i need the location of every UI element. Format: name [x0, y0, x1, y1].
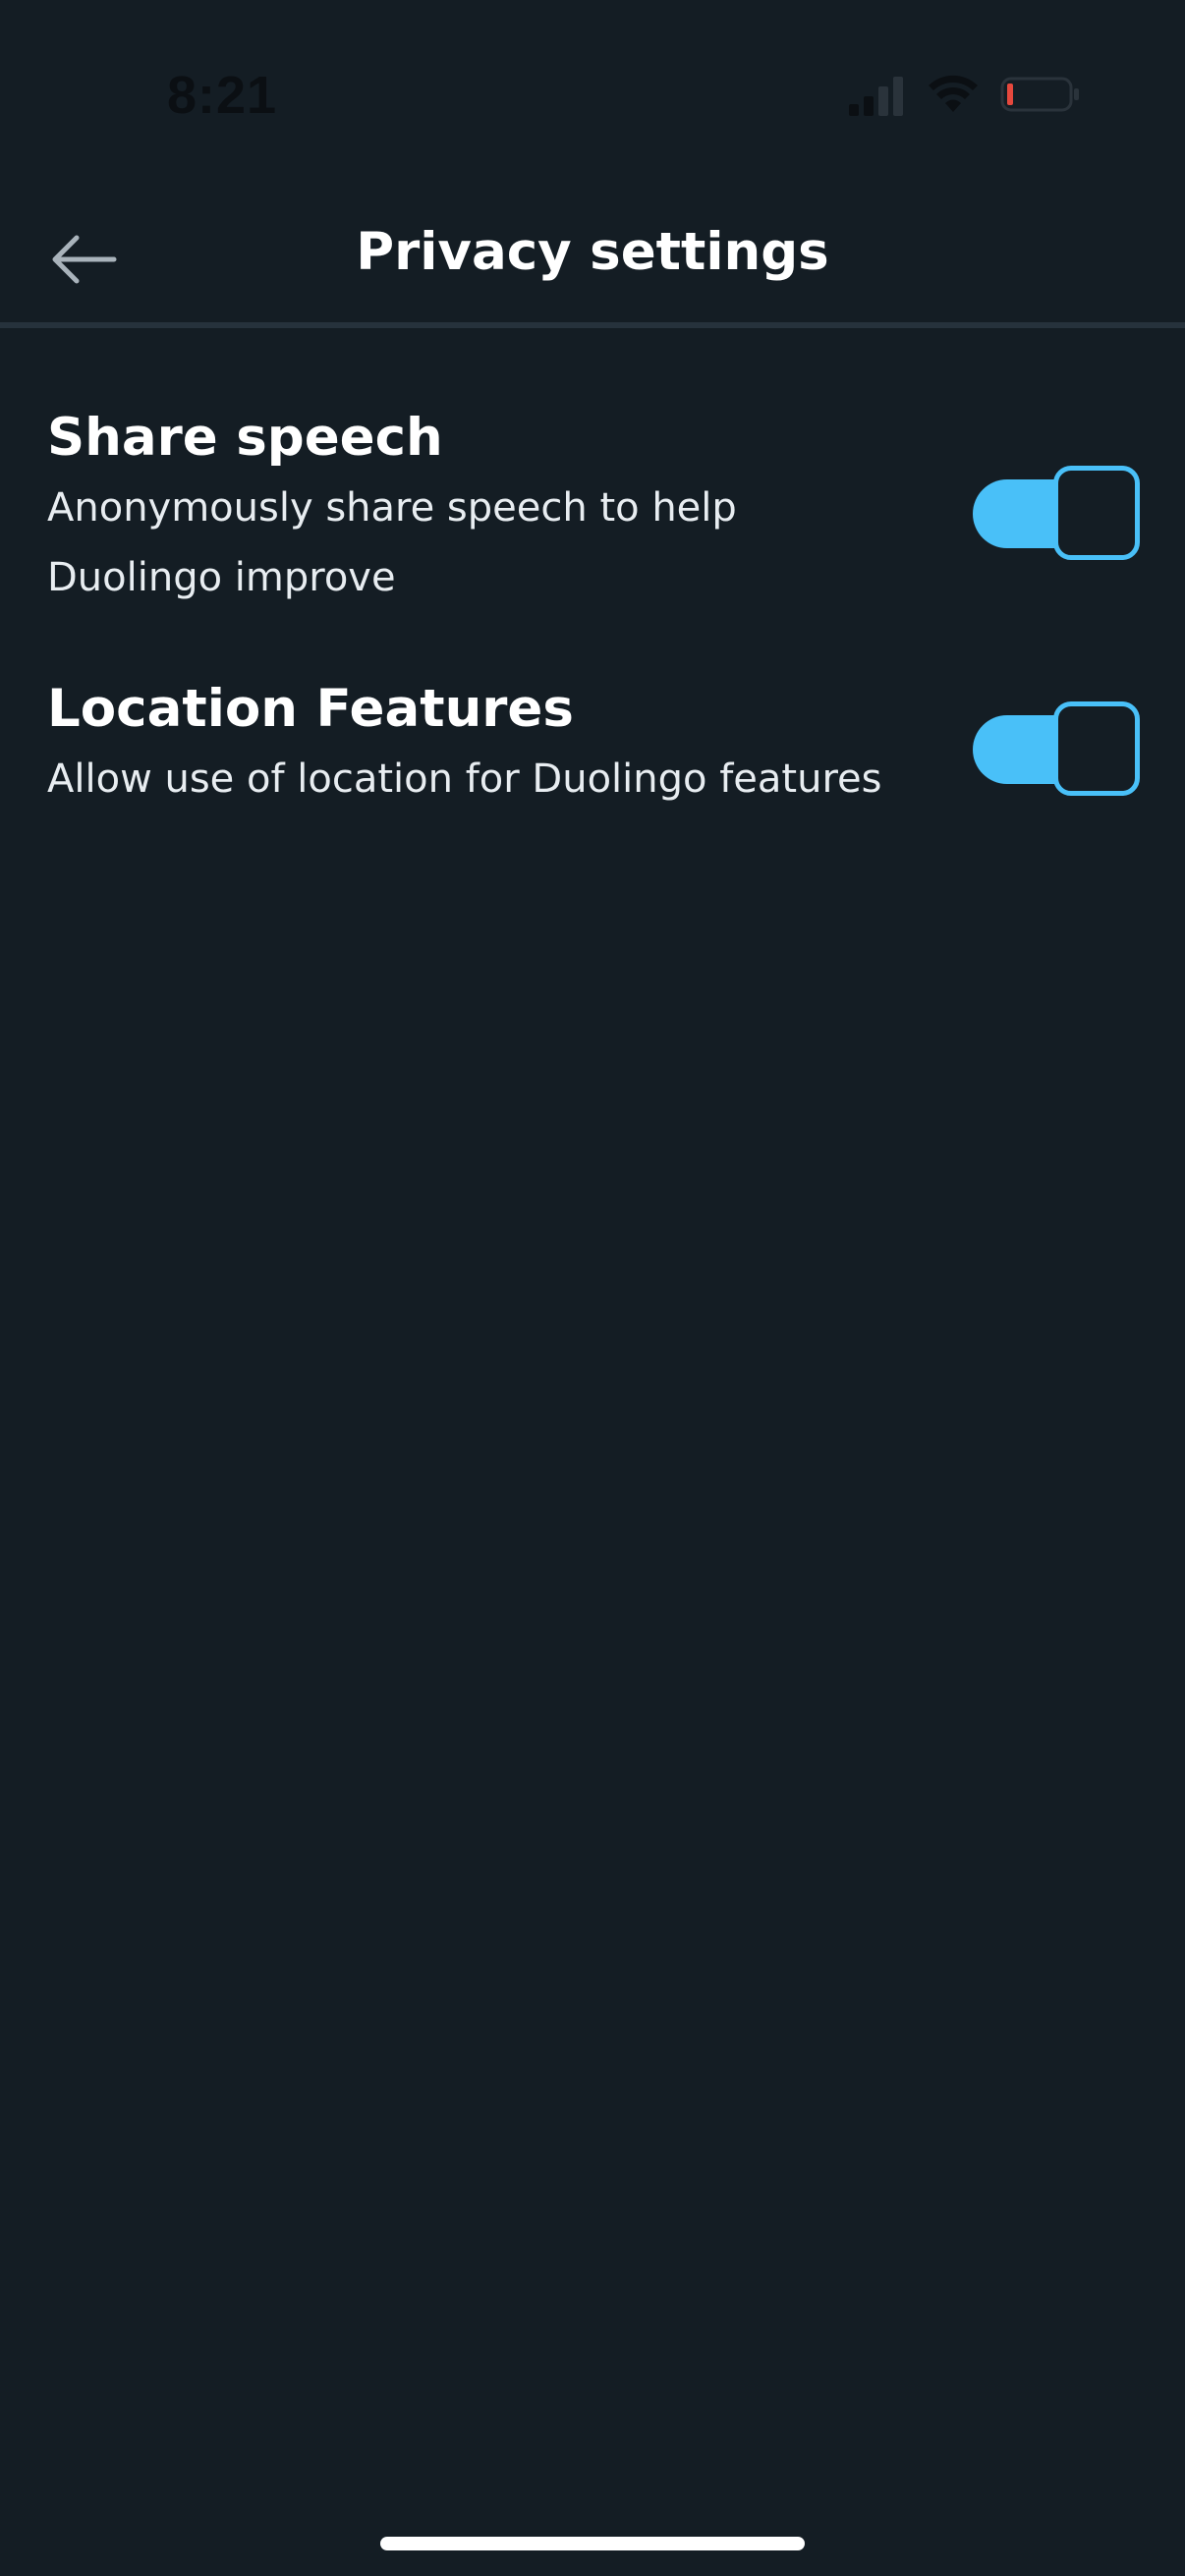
wifi-icon: [929, 75, 978, 112]
header-divider: [0, 322, 1185, 328]
page-title: Privacy settings: [356, 222, 829, 282]
cellular-signal-icon: [849, 77, 903, 116]
home-indicator[interactable]: [380, 2537, 805, 2550]
toggle-knob: [1053, 466, 1140, 560]
toggle-knob: [1053, 701, 1140, 796]
header: Privacy settings: [0, 187, 1185, 324]
battery-icon: [1000, 77, 1079, 112]
location-features-toggle[interactable]: [973, 701, 1140, 796]
setting-description: Allow use of location for Duolingo featu…: [47, 756, 882, 802]
privacy-settings-screen: 8:21 Privacy settings Share speech Anony…: [0, 0, 1185, 2576]
setting-description: Anonymously share speech to help Duoling…: [47, 485, 737, 600]
status-bar: 8:21: [0, 0, 1185, 187]
status-time: 8:21: [167, 66, 278, 125]
setting-title: Share speech: [47, 408, 443, 468]
share-speech-toggle[interactable]: [973, 466, 1140, 560]
